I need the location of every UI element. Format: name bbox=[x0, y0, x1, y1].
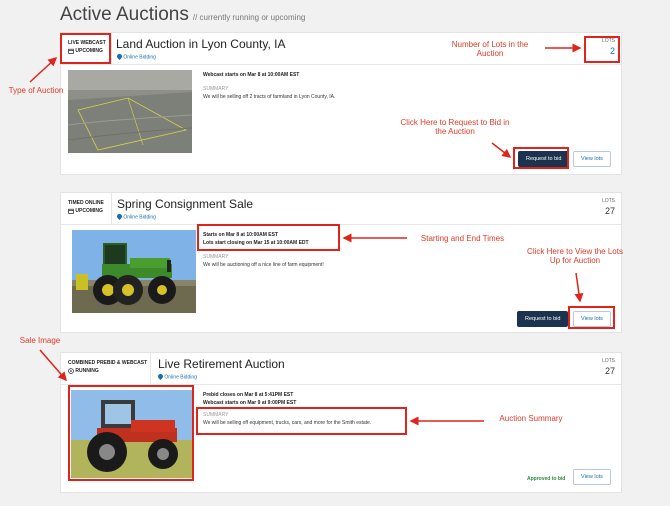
arrow-sale-image bbox=[39, 349, 67, 382]
annotation-arrows bbox=[29, 43, 584, 426]
arrow-type bbox=[29, 56, 58, 83]
arrow-request bbox=[491, 142, 512, 158]
arrow-view-lots bbox=[574, 272, 584, 303]
